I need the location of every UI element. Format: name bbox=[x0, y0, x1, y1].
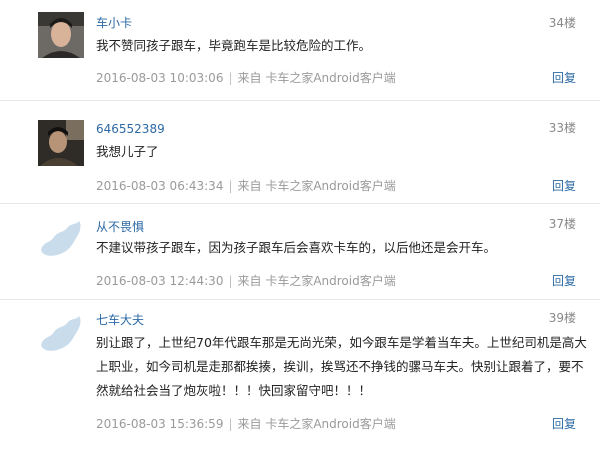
avatar[interactable] bbox=[38, 120, 84, 166]
comment-line: 然就给社会当了炮灰啦！！！快回家留守吧！！！ bbox=[96, 383, 372, 398]
avatar[interactable] bbox=[38, 12, 84, 58]
comment-line: 我不赞同孩子跟车，毕竟跑车是比较危险的工作。 bbox=[96, 38, 372, 53]
comment-meta: 2016-08-03 06:43:34 | 来自 卡车之家Android客户端 bbox=[96, 177, 396, 194]
photo-user-icon bbox=[38, 120, 84, 166]
username[interactable]: 从不畏惧 bbox=[96, 218, 144, 235]
username[interactable]: 车小卡 bbox=[96, 14, 132, 31]
comment-meta: 2016-08-03 10:03:06 | 来自 卡车之家Android客户端 bbox=[96, 69, 396, 86]
floor-number: 34楼 bbox=[548, 16, 576, 30]
username[interactable]: 七车大夫 bbox=[96, 311, 144, 328]
reply-button[interactable]: 回复 bbox=[552, 69, 576, 86]
timestamp: 2016-08-03 15:36:59 bbox=[96, 417, 224, 431]
reply-button[interactable]: 回复 bbox=[552, 177, 576, 194]
floor-number: 39楼 bbox=[548, 311, 576, 325]
source-text: 来自 卡车之家Android客户端 bbox=[237, 417, 396, 431]
comment-text: 我想儿子了 bbox=[96, 140, 576, 164]
default-map-avatar-icon bbox=[41, 316, 81, 351]
source-text: 来自 卡车之家Android客户端 bbox=[237, 274, 396, 288]
timestamp: 2016-08-03 12:44:30 bbox=[96, 274, 224, 288]
username[interactable]: 646552389 bbox=[96, 122, 165, 136]
floor-number: 37楼 bbox=[548, 217, 576, 231]
default-map-avatar-icon bbox=[41, 221, 81, 256]
divider bbox=[0, 100, 600, 101]
source-text: 来自 卡车之家Android客户端 bbox=[237, 71, 396, 85]
reply-button[interactable]: 回复 bbox=[552, 415, 576, 432]
floor-number: 33楼 bbox=[548, 121, 576, 135]
comment-line: 我想儿子了 bbox=[96, 144, 159, 159]
meta-separator: | bbox=[228, 417, 233, 431]
timestamp: 2016-08-03 10:03:06 bbox=[96, 71, 224, 85]
comment-meta: 2016-08-03 15:36:59 | 来自 卡车之家Android客户端 bbox=[96, 415, 396, 432]
comment-text: 我不赞同孩子跟车，毕竟跑车是比较危险的工作。 bbox=[96, 34, 576, 58]
comment-meta: 2016-08-03 12:44:30 | 来自 卡车之家Android客户端 bbox=[96, 272, 396, 289]
reply-button[interactable]: 回复 bbox=[552, 272, 576, 289]
meta-separator: | bbox=[228, 179, 233, 193]
source-text: 来自 卡车之家Android客户端 bbox=[237, 179, 396, 193]
avatar[interactable] bbox=[38, 312, 84, 358]
divider bbox=[0, 203, 600, 204]
meta-separator: | bbox=[228, 274, 233, 288]
comment-text: 不建议带孩子跟车，因为孩子跟车后会喜欢卡车的，以后他还是会开车。 bbox=[96, 236, 576, 260]
avatar[interactable] bbox=[38, 217, 84, 263]
photo-user-icon bbox=[38, 12, 84, 58]
comment-line: 不建议带孩子跟车，因为孩子跟车后会喜欢卡车的，以后他还是会开车。 bbox=[96, 240, 497, 255]
comment-text: 别让跟了，上世纪70年代跟车那是无尚光荣，如今跟车是学着当车夫。上世纪司机是高大… bbox=[96, 331, 587, 403]
divider bbox=[0, 299, 600, 300]
comment-line: 上职业，如今司机是走那都挨揍，挨训，挨骂还不挣钱的骡马车夫。快别让跟着了，要不 bbox=[96, 359, 584, 374]
timestamp: 2016-08-03 06:43:34 bbox=[96, 179, 224, 193]
comment-line: 别让跟了，上世纪70年代跟车那是无尚光荣，如今跟车是学着当车夫。上世纪司机是高大 bbox=[96, 335, 587, 350]
meta-separator: | bbox=[228, 71, 233, 85]
